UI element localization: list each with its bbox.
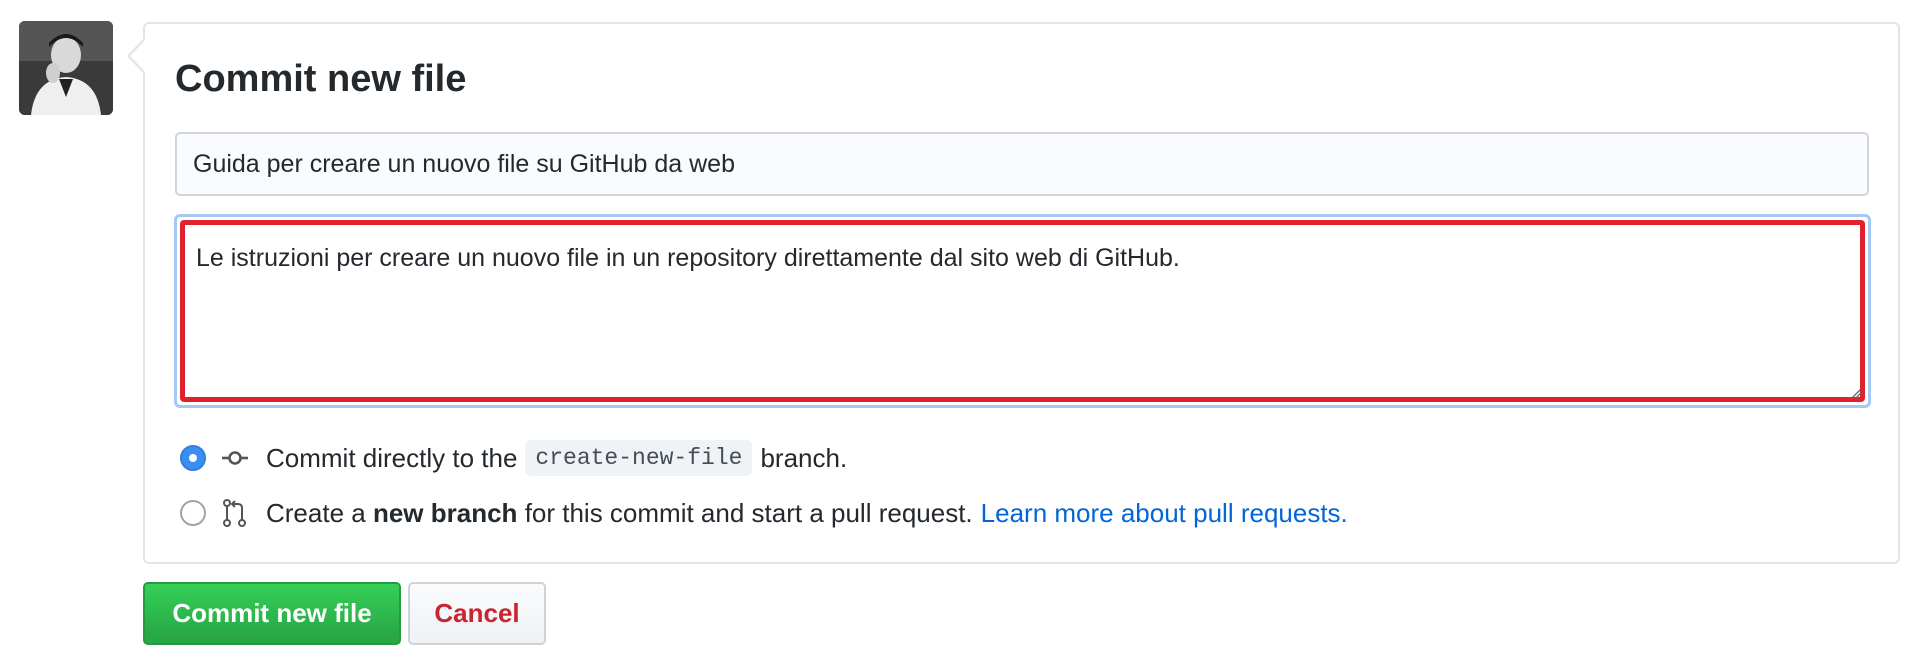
resize-handle-icon[interactable] (1850, 387, 1862, 399)
git-commit-icon (222, 451, 248, 465)
new-branch-prefix: Create a (266, 497, 366, 528)
commit-summary-input[interactable] (175, 132, 1869, 196)
avatar-photo-icon (19, 21, 113, 115)
commit-direct-radio[interactable] (180, 445, 206, 471)
panel-pointer-fill (130, 40, 145, 72)
new-branch-emphasis: new branch (372, 497, 518, 528)
git-pull-request-icon (223, 499, 246, 527)
new-branch-option[interactable]: Create a new branch for this commit and … (180, 495, 1348, 531)
commit-description-focus-ring: Le istruzioni per creare un nuovo file i… (174, 214, 1871, 408)
commit-direct-prefix: Commit directly to the (266, 442, 518, 473)
commit-direct-option[interactable]: Commit directly to the create-new-file b… (180, 440, 847, 476)
commit-new-file-button[interactable]: Commit new file (143, 582, 401, 645)
commit-direct-suffix: branch. (760, 442, 848, 473)
learn-more-pull-requests-link[interactable]: Learn more about pull requests. (981, 498, 1348, 529)
new-branch-radio[interactable] (180, 500, 206, 526)
cancel-button[interactable]: Cancel (408, 582, 546, 645)
commit-description-textarea[interactable]: Le istruzioni per creare un nuovo file i… (180, 220, 1865, 402)
branch-name-badge: create-new-file (525, 440, 753, 476)
user-avatar[interactable] (19, 21, 113, 115)
commit-title: Commit new file (175, 58, 467, 100)
new-branch-suffix: for this commit and start a pull request… (524, 497, 973, 528)
